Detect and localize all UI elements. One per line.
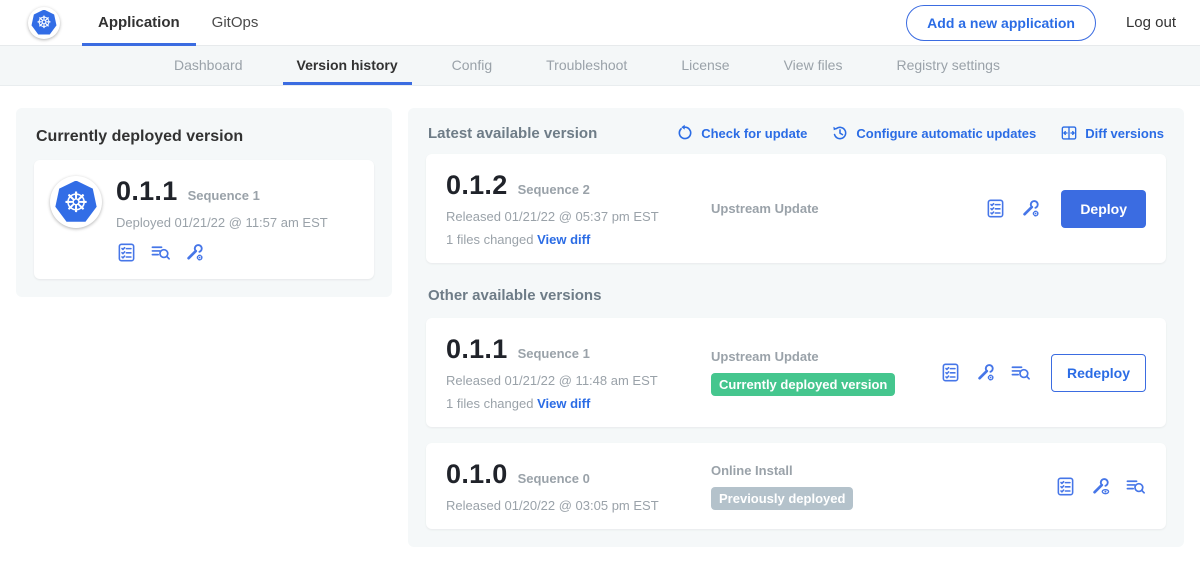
add-new-application-button[interactable]: Add a new application — [906, 5, 1096, 41]
configure-automatic-updates-label: Configure automatic updates — [856, 126, 1036, 141]
edit-config-icon[interactable] — [184, 242, 205, 263]
check-for-update-link[interactable]: Check for update — [676, 124, 807, 142]
kubernetes-helm-icon: ☸ — [55, 181, 98, 224]
version-source-label: Online Install — [711, 463, 1055, 478]
version-history-panel: Latest available version Check for updat… — [408, 108, 1184, 547]
deploy-button[interactable]: Deploy — [1061, 190, 1146, 228]
preflight-checks-icon[interactable] — [1010, 362, 1031, 383]
kubernetes-logo: ☸ — [28, 7, 60, 39]
release-notes-icon[interactable] — [1055, 476, 1076, 497]
previously-deployed-badge: Previously deployed — [711, 487, 853, 510]
release-notes-icon[interactable] — [985, 198, 1006, 219]
version-number: 0.1.2 — [446, 170, 508, 201]
tab-gitops[interactable]: GitOps — [196, 0, 275, 46]
deployed-version-number: 0.1.1 — [116, 176, 178, 207]
currently-deployed-title: Currently deployed version — [36, 128, 374, 146]
released-timestamp: Released 01/21/22 @ 11:48 am EST — [446, 373, 701, 388]
files-changed-label: 1 files changed — [446, 232, 533, 247]
version-card-0-1-1: 0.1.1 Sequence 1 Released 01/21/22 @ 11:… — [426, 318, 1166, 427]
other-available-heading: Other available versions — [428, 287, 1164, 304]
released-timestamp: Released 01/21/22 @ 05:37 pm EST — [446, 209, 701, 224]
version-source-label: Upstream Update — [711, 201, 985, 216]
version-number: 0.1.1 — [446, 334, 508, 365]
version-number: 0.1.0 — [446, 459, 508, 490]
tab-registry-settings[interactable]: Registry settings — [882, 46, 1013, 85]
check-for-update-label: Check for update — [701, 126, 807, 141]
release-notes-icon[interactable] — [116, 242, 137, 263]
deployed-sequence-label: Sequence 1 — [188, 188, 260, 203]
tab-application[interactable]: Application — [82, 0, 196, 46]
app-logo: ☸ — [50, 176, 102, 228]
deployed-timestamp: Deployed 01/21/22 @ 11:57 am EST — [116, 215, 328, 230]
edit-config-icon[interactable] — [1020, 198, 1041, 219]
refresh-icon — [676, 124, 694, 142]
tab-troubleshoot[interactable]: Troubleshoot — [532, 46, 641, 85]
diff-versions-label: Diff versions — [1085, 126, 1164, 141]
sequence-label: Sequence 0 — [518, 471, 590, 486]
view-config-icon[interactable] — [1090, 476, 1111, 497]
tab-license[interactable]: License — [667, 46, 743, 85]
app-subnav: Dashboard Version history Config Trouble… — [0, 46, 1200, 86]
files-changed-label: 1 files changed — [446, 396, 533, 411]
sequence-label: Sequence 2 — [518, 182, 590, 197]
top-navbar: ☸ Application GitOps Add a new applicati… — [0, 0, 1200, 46]
redeploy-button[interactable]: Redeploy — [1051, 354, 1146, 392]
version-card-0-1-2: 0.1.2 Sequence 2 Released 01/21/22 @ 05:… — [426, 154, 1166, 263]
view-diff-link[interactable]: View diff — [537, 232, 590, 247]
main-content: Currently deployed version ☸ 0.1.1 Seque… — [0, 86, 1200, 564]
released-timestamp: Released 01/20/22 @ 03:05 pm EST — [446, 498, 701, 513]
edit-config-icon[interactable] — [975, 362, 996, 383]
preflight-checks-icon[interactable] — [150, 242, 171, 263]
latest-available-heading: Latest available version — [428, 125, 597, 142]
version-card-0-1-0: 0.1.0 Sequence 0 Released 01/20/22 @ 03:… — [426, 443, 1166, 529]
release-notes-icon[interactable] — [940, 362, 961, 383]
tab-view-files[interactable]: View files — [770, 46, 857, 85]
logout-button[interactable]: Log out — [1126, 14, 1176, 31]
diff-versions-icon — [1060, 124, 1078, 142]
currently-deployed-badge: Currently deployed version — [711, 373, 895, 396]
auto-update-clock-icon — [831, 124, 849, 142]
deployed-version-card: ☸ 0.1.1 Sequence 1 Deployed 01/21/22 @ 1… — [34, 160, 374, 279]
version-source-label: Upstream Update — [711, 349, 940, 364]
preflight-checks-icon[interactable] — [1125, 476, 1146, 497]
top-tabs: Application GitOps — [82, 0, 274, 46]
view-diff-link[interactable]: View diff — [537, 396, 590, 411]
currently-deployed-panel: Currently deployed version ☸ 0.1.1 Seque… — [16, 108, 392, 297]
tab-config[interactable]: Config — [438, 46, 506, 85]
kubernetes-helm-icon: ☸ — [31, 10, 57, 36]
tab-version-history[interactable]: Version history — [283, 46, 412, 85]
configure-automatic-updates-link[interactable]: Configure automatic updates — [831, 124, 1036, 142]
tab-dashboard[interactable]: Dashboard — [160, 46, 257, 85]
sequence-label: Sequence 1 — [518, 346, 590, 361]
diff-versions-link[interactable]: Diff versions — [1060, 124, 1164, 142]
